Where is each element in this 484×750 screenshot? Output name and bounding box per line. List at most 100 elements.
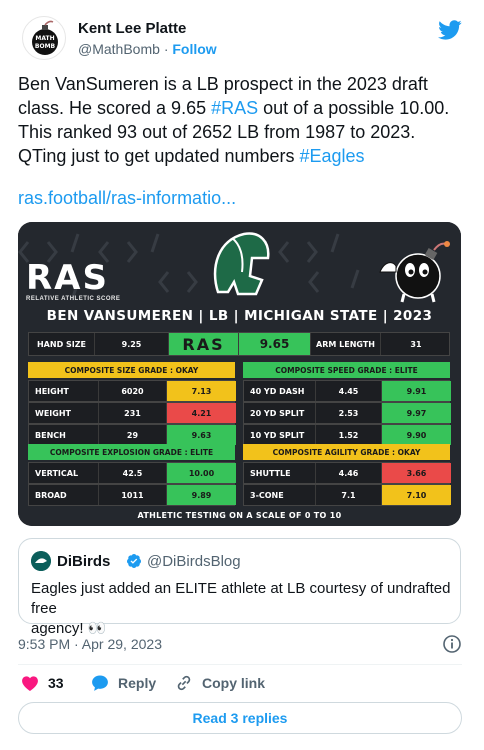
measurement-value: 6020: [99, 381, 167, 401]
reply-label: Reply: [118, 675, 157, 691]
hand-size-value: 9.25: [95, 333, 169, 355]
follow-button[interactable]: Follow: [172, 41, 216, 57]
arm-length-label: ARM LENGTH: [311, 333, 381, 355]
size-grade: COMPOSITE SIZE GRADE : OKAY: [28, 362, 235, 378]
measurement-value: 4.46: [316, 463, 382, 483]
author-name[interactable]: Kent Lee Platte: [78, 20, 186, 37]
author-handle[interactable]: @MathBomb: [78, 41, 160, 57]
handle-separator: ·: [163, 41, 169, 57]
explosion-grade: COMPOSITE EXPLOSION GRADE : ELITE: [28, 444, 235, 460]
quoted-tweet[interactable]: DiBirds @DiBirdsBlog Eagles just added a…: [18, 538, 461, 637]
like-count: 33: [48, 675, 64, 691]
author-handle-row: @MathBomb · Follow: [78, 41, 217, 57]
reply-button[interactable]: Reply: [90, 672, 156, 694]
tweet-text: Ben VanSumeren is a LB prospect in the 2…: [18, 72, 468, 168]
bomb-mascot-icon: [379, 241, 450, 303]
speed-grade: COMPOSITE SPEED GRADE : ELITE: [243, 362, 450, 378]
measurement-value: 4.45: [316, 381, 382, 401]
quoted-author-name[interactable]: DiBirds: [57, 553, 110, 570]
measurement-row: VERTICAL 42.5 10.00: [28, 462, 236, 484]
tweet-text-segment: out of a possible 10.00.: [258, 98, 450, 118]
quoted-text: Eagles just added an ELITE athlete at LB…: [31, 579, 451, 639]
measurement-score: 3.66: [382, 463, 451, 483]
heart-icon: [22, 676, 38, 691]
reply-bubble-icon: [92, 675, 108, 691]
measurement-row: 3-CONE 7.1 7.10: [243, 484, 451, 506]
measurement-score: 9.89: [167, 485, 236, 505]
measurement-label: 40 YD DASH: [244, 381, 316, 401]
measurement-label: WEIGHT: [29, 403, 99, 423]
measurement-value: 29: [99, 425, 167, 445]
measurement-row: BROAD 1011 9.89: [28, 484, 236, 506]
measurement-row: 10 YD SPLIT 1.52 9.90: [243, 424, 451, 446]
ras-footnote: ATHLETIC TESTING ON A SCALE OF 0 TO 10: [137, 511, 342, 520]
measurement-row: 20 YD SPLIT 2.53 9.97: [243, 402, 451, 424]
quoted-text-line: Eagles just added an ELITE athlete at LB…: [31, 580, 451, 617]
hashtag-eagles[interactable]: #Eagles: [300, 146, 365, 166]
copy-link-label: Copy link: [202, 675, 266, 691]
tweet-card: MATH BOMB Kent Lee Platte @MathBomb · Fo…: [0, 0, 484, 750]
ras-logo-subtitle: RELATIVE ATHLETIC SCORE: [26, 296, 121, 302]
measurement-value: 1011: [99, 485, 167, 505]
measurement-row: BENCH 29 9.63: [28, 424, 236, 446]
hand-size-label: HAND SIZE: [29, 333, 95, 355]
measurement-label: HEIGHT: [29, 381, 99, 401]
arm-length-value: 31: [410, 339, 422, 349]
spartan-helmet-logo: [213, 232, 270, 296]
read-replies-button[interactable]: Read 3 replies: [18, 702, 462, 734]
measurement-score: 7.13: [167, 381, 236, 401]
measurement-score: 10.00: [167, 463, 236, 483]
measurement-label: 3-CONE: [244, 485, 316, 505]
tweet-line: This ranked 93 out of 2652 LB from 1987 …: [18, 122, 416, 142]
measurement-label: BROAD: [29, 485, 99, 505]
tweet-line: Ben VanSumeren is a LB prospect in the 2…: [18, 74, 428, 94]
measurement-row: SHUTTLE 4.46 3.66: [243, 462, 451, 484]
measurement-score: 7.10: [382, 485, 451, 505]
measurement-row: WEIGHT 231 4.21: [28, 402, 236, 424]
measurement-row: 40 YD DASH 4.45 9.91: [243, 380, 451, 402]
ras-score-label: RAS: [169, 333, 239, 355]
ras-logo: RAS: [26, 258, 109, 298]
tweet-timestamp[interactable]: 9:53 PM · Apr 29, 2023: [18, 636, 162, 652]
measurement-label: 10 YD SPLIT: [244, 425, 316, 445]
tweet-line: QTing just to get updated numbers #Eagle…: [18, 144, 468, 168]
agility-grade: COMPOSITE AGILITY GRADE : OKAY: [243, 444, 450, 460]
tweet-actions: 33 Reply Copy link: [18, 672, 462, 696]
measurement-label: BENCH: [29, 425, 99, 445]
quoted-avatar[interactable]: [31, 551, 51, 571]
measurement-value: 1.52: [316, 425, 382, 445]
ras-link[interactable]: ras.football/ras-informatio...: [18, 188, 236, 209]
ras-card-image[interactable]: RAS RELATIVE ATHLETIC SCORE BEN VANSUMER…: [18, 222, 461, 526]
hashtag-ras[interactable]: #RAS: [211, 98, 258, 118]
twitter-bird-icon[interactable]: [438, 18, 462, 42]
measurement-score: 9.63: [167, 425, 236, 445]
info-icon[interactable]: [442, 634, 462, 654]
measurement-label: 20 YD SPLIT: [244, 403, 316, 423]
measurement-value: 7.1: [316, 485, 382, 505]
measurement-label: SHUTTLE: [244, 463, 316, 483]
tweet-header: MATH BOMB Kent Lee Platte @MathBomb · Fo…: [22, 14, 462, 62]
ras-score-value: 9.65: [239, 333, 311, 355]
measurement-row: HEIGHT 6020 7.13: [28, 380, 236, 402]
tweet-text-segment: class. He scored a 9.65: [18, 98, 212, 118]
link-icon: [177, 675, 191, 691]
svg-text:BOMB: BOMB: [35, 43, 56, 50]
verified-badge-icon: [127, 554, 141, 568]
copy-link-button[interactable]: Copy link: [174, 672, 265, 694]
author-avatar[interactable]: MATH BOMB: [22, 16, 66, 60]
like-button[interactable]: 33: [20, 672, 64, 694]
tweet-line: class. He scored a 9.65 #RAS out of a po…: [18, 96, 468, 120]
measurement-label: VERTICAL: [29, 463, 99, 483]
svg-text:MATH: MATH: [35, 35, 54, 42]
measurement-score: 9.90: [382, 425, 451, 445]
tweet-text-segment: QTing just to get updated numbers: [18, 146, 300, 166]
divider: [18, 664, 462, 665]
measurement-value: 42.5: [99, 463, 167, 483]
measurement-value: 2.53: [316, 403, 382, 423]
player-banner: BEN VANSUMEREN | LB | MICHIGAN STATE | 2…: [46, 308, 433, 324]
measurement-score: 4.21: [167, 403, 236, 423]
quoted-author-handle[interactable]: @DiBirdsBlog: [147, 553, 241, 570]
measurement-value: 231: [99, 403, 167, 423]
measurement-score: 9.97: [382, 403, 451, 423]
ras-summary-row: HAND SIZE 9.25 RAS 9.65 ARM LENGTH 31: [28, 332, 450, 356]
